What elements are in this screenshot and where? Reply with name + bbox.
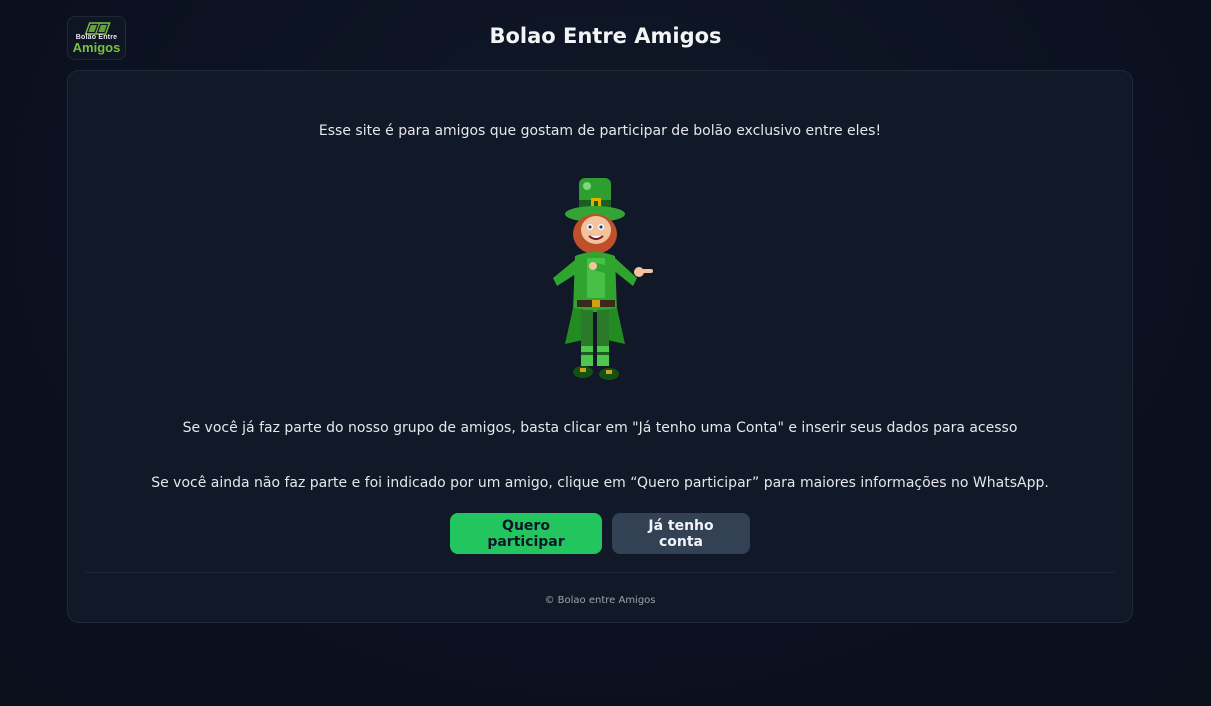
existing-member-text: Se você já faz parte do nosso grupo de a… [182, 420, 1018, 436]
footer-divider [85, 572, 1115, 573]
action-buttons: Quero participar Já tenho conta [68, 513, 1132, 554]
main-card: Esse site é para amigos que gostam de pa… [67, 70, 1133, 623]
intro-text: Esse site é para amigos que gostam de pa… [318, 123, 882, 139]
login-button[interactable]: Já tenho conta [612, 513, 750, 554]
footer-copyright: © Bolao entre Amigos [544, 595, 656, 606]
join-button[interactable]: Quero participar [450, 513, 602, 554]
new-member-text: Se você ainda não faz parte e foi indica… [151, 475, 1049, 491]
page-title: Bolao Entre Amigos [489, 24, 722, 48]
leprechaun-mascot-icon [553, 178, 653, 380]
